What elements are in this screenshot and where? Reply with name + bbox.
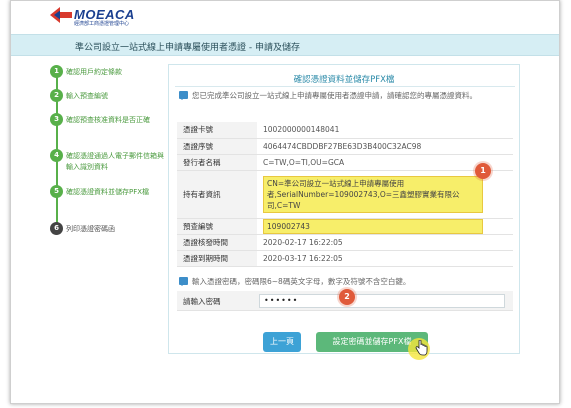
intro-text: 您已完成準公司設立一站式線上申請專屬使用者憑證申請，請確認您的專屬憑證資料。: [192, 91, 477, 100]
table-row: 持有者資訊 CN=準公司設立一站式線上申請專屬使用者,SerialNumber=…: [177, 170, 513, 219]
step-label: 確認用戶約定條款: [66, 68, 122, 76]
speech-bubble-icon: [179, 277, 188, 286]
password-input[interactable]: ••••••: [259, 294, 505, 308]
row-value-cell: CN=準公司設立一站式線上申請專屬使用者,SerialNumber=109002…: [257, 170, 513, 219]
row-key: 預查編號: [177, 218, 257, 235]
step-number: 6: [50, 222, 63, 235]
table-row: 憑證序號 4064474CBDDBF27BE63D3B400C32AC98: [177, 138, 513, 155]
step-label: 確認憑證通過人電子郵件信箱與輸入識別資料: [66, 152, 164, 171]
table-row: 憑證核發時間 2020-02-17 16:22:05: [177, 234, 513, 251]
table-row: 憑證到期時間 2020-03-17 16:22:05: [177, 250, 513, 267]
step-number: 2: [50, 89, 63, 102]
row-value-cell: 109002743: [257, 218, 513, 235]
step-number: 4: [50, 149, 63, 162]
row-key: 持有者資訊: [177, 170, 257, 219]
step-number: 5: [50, 185, 63, 198]
table-row: 預查編號 109002743: [177, 218, 513, 235]
password-note-text: 輸入憑證密碼，密碼限6~8碼英文字母，數字及符號不含空白鍵。: [192, 277, 411, 286]
password-label: 請輸入密碼: [183, 297, 221, 306]
speech-bubble-icon: [179, 91, 188, 100]
table-row: 憑證卡號 1002000000148041: [177, 122, 513, 139]
step-label: 確認預查核准資料是否正確: [66, 116, 150, 124]
row-key: 憑證卡號: [177, 122, 257, 139]
logo: MOEACA 經濟部工商憑證管理中心: [50, 5, 160, 27]
holder-info-highlight: CN=準公司設立一站式線上申請專屬使用者,SerialNumber=109002…: [263, 175, 483, 213]
annotation-badge-2: 2: [339, 289, 355, 305]
password-note: 輸入憑證密碼，密碼限6~8碼英文字母，數字及符號不含空白鍵。: [179, 276, 509, 287]
page-title: 準公司設立一站式線上申請專屬使用者憑證 - 申請及儲存: [75, 43, 300, 53]
certificate-info-table: 憑證卡號 1002000000148041 憑證序號 4064474CBDDBF…: [177, 122, 513, 267]
previous-page-button[interactable]: 上一頁: [263, 332, 301, 352]
row-key: 憑證序號: [177, 138, 257, 155]
row-value: 2020-02-17 16:22:05: [257, 234, 513, 251]
row-value: 4064474CBDDBF27BE63D3B400C32AC98: [257, 138, 513, 155]
intro-note: 您已完成準公司設立一站式線上申請專屬使用者憑證申請，請確認您的專屬憑證資料。: [179, 90, 509, 101]
panel-title: 確認憑證資料並儲存PFX檔: [293, 75, 395, 85]
hand-cursor-icon: [415, 340, 428, 356]
page-title-bar: 準公司設立一站式線上申請專屬使用者憑證 - 申請及儲存: [11, 34, 559, 56]
step-label: 輸入預查編號: [66, 92, 108, 100]
divider: [175, 86, 515, 87]
row-key: 憑證到期時間: [177, 250, 257, 267]
moeaca-logo-icon: [50, 7, 72, 23]
row-key: 憑證核發時間: [177, 234, 257, 251]
row-key: 發行者名稱: [177, 154, 257, 171]
table-row: 發行者名稱 C=TW,O=TI,OU=GCA: [177, 154, 513, 171]
step-label: 列印憑證密碼函: [66, 225, 115, 233]
row-value: 2020-03-17 16:22:05: [257, 250, 513, 267]
step-number: 3: [50, 113, 63, 126]
annotation-badge-1: 1: [475, 163, 491, 179]
brand-subtitle: 經濟部工商憑證管理中心: [74, 21, 130, 27]
step-label: 確認憑證資料並儲存PFX檔: [66, 188, 150, 196]
precheck-number-highlight: 109002743: [263, 218, 483, 234]
step-number: 1: [50, 65, 63, 78]
row-value: 1002000000148041: [257, 122, 513, 139]
